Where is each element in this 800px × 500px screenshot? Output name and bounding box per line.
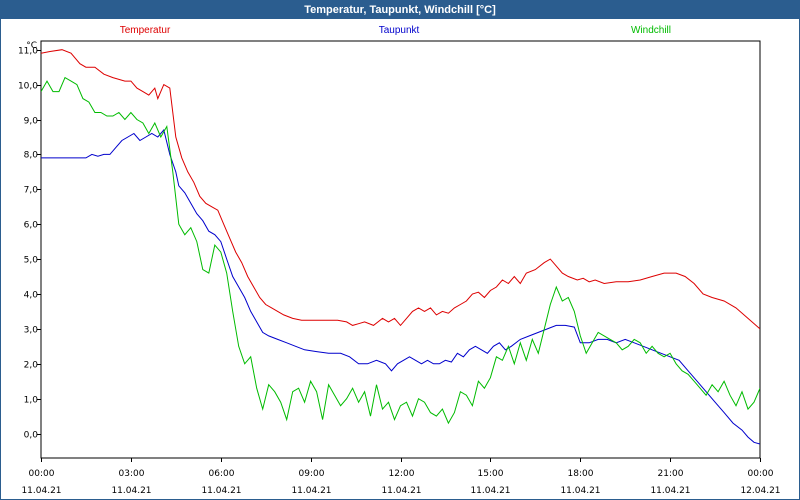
y-tick-label: 9,0 [24, 117, 39, 127]
y-tick-label: 5,0 [24, 256, 39, 266]
x-tick-time-label: 21:00 [658, 469, 684, 479]
x-tick-date-label: 11.04.21 [470, 486, 510, 496]
y-tick-label: 2,0 [24, 361, 39, 371]
x-tick-date-label: 11.04.21 [291, 486, 331, 496]
x-tick-date-label: 11.04.21 [650, 486, 690, 496]
x-tick-date-label: 11.04.21 [381, 486, 421, 496]
y-tick-label: 0,0 [24, 431, 39, 441]
x-tick-time-label: 12:00 [389, 469, 415, 479]
x-tick-date-label: 11.04.21 [21, 486, 61, 496]
chart-window: Temperatur, Taupunkt, Windchill [°C] 0,0… [0, 0, 800, 500]
window-title: Temperatur, Taupunkt, Windchill [°C] [1, 1, 799, 19]
line-chart: 0,01,02,03,04,05,06,07,08,09,010,011,0°C… [18, 25, 781, 496]
x-tick-time-label: 06:00 [209, 469, 235, 479]
x-tick-time-label: 00:00 [29, 469, 55, 479]
legend-label-temperatur: Temperatur [120, 25, 171, 36]
legend-label-taupunkt: Taupunkt [379, 25, 420, 36]
x-tick-time-label: 09:00 [299, 469, 325, 479]
x-tick-date-label: 12.04.21 [740, 486, 780, 496]
y-tick-label: 4,0 [24, 291, 39, 301]
y-axis-label: °C [26, 41, 37, 51]
x-tick-time-label: 15:00 [478, 469, 504, 479]
y-tick-label: 6,0 [24, 221, 39, 231]
x-tick-date-label: 11.04.21 [201, 486, 241, 496]
x-tick-date-label: 11.04.21 [560, 486, 600, 496]
x-tick-date-label: 11.04.21 [111, 486, 151, 496]
x-tick-time-label: 03:00 [119, 469, 145, 479]
legend-label-windchill: Windchill [631, 25, 671, 36]
y-tick-label: 3,0 [24, 326, 39, 336]
plot-frame [40, 40, 761, 459]
y-tick-label: 7,0 [24, 186, 39, 196]
y-tick-label: 8,0 [24, 151, 39, 161]
y-tick-label: 10,0 [18, 82, 38, 92]
x-tick-time-label: 00:00 [748, 469, 774, 479]
x-tick-time-label: 18:00 [568, 469, 594, 479]
y-tick-label: 1,0 [24, 396, 39, 406]
